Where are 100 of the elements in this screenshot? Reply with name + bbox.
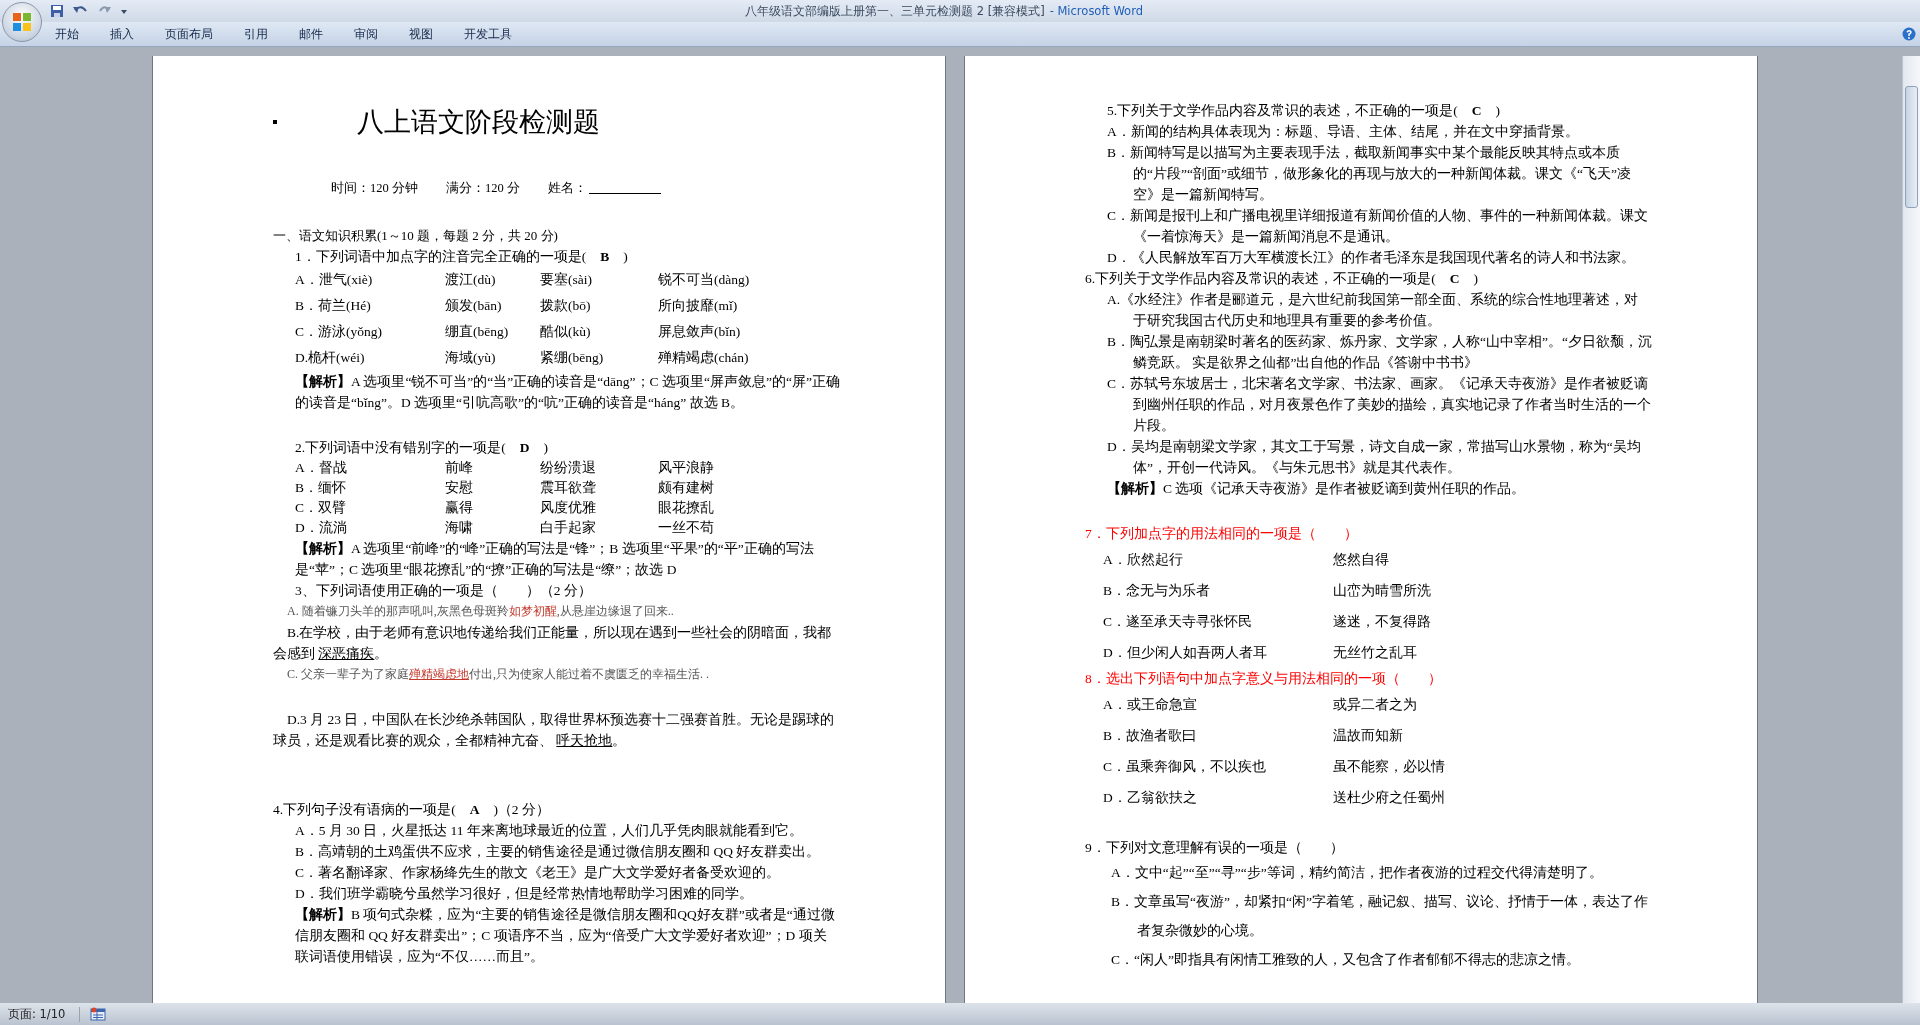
option-text: 白手起家 <box>540 519 597 537</box>
caret-icon[interactable] <box>120 7 128 15</box>
office-logo-icon <box>10 10 34 34</box>
help-icon[interactable] <box>1902 27 1916 41</box>
window-title: 八年级语文部编版上册第一、三单元检测题 2 [兼容模式] <box>745 3 1045 19</box>
option-text: C．游泳(yǒng) <box>295 323 383 341</box>
option-text: C．苏轼号东坡居士，北宋著名文学家、书法家、画家。《记承天寺夜游》是作者被贬谪到幽州任职的作品，对月夜景色作了美妙的描绘，真实地记录了作者当时生活的一个片段。 <box>1106 375 1652 435</box>
option-text: B.在学校，由于老师有意识地传递给我们正能量，所以现在遇到一些社会的阴暗面，我都会感到 深恶痛疾。 <box>273 624 833 663</box>
option-text: C．新闻是报刊上和广播电视里详细报道有新闻价值的人物、事件的一种新闻体裁。课文《一着惊海天》是一篇新闻消息不是通讯。 <box>1106 207 1649 246</box>
page-count-text: 页面: 1/10 <box>0 1006 81 1022</box>
exam-info-text: 时间：120 分钟 <box>331 180 418 197</box>
ribbon-tab[interactable]: 页面布局 <box>156 23 222 45</box>
option-text: 遂迷，不复得路 <box>1333 613 1432 631</box>
option-text: B．高靖朝的土鸡蛋供不应求，主要的销售途径是通过微信朋友圈和 QQ 好友群卖出。 <box>294 843 822 861</box>
option-text: B．文章虽写“夜游”，却紧扣“闲”字着笔，融记叙、描写、议论、抒情于一体，表达了作者复杂微妙的心境。 <box>1110 893 1649 940</box>
question-text: 8．选出下列语句中加点字意义与用法相同的一项（ ） <box>1085 670 1443 688</box>
option-text: A．文中“起”“至”“寻”“步”等词，精约简洁，把作者夜游的过程交代得清楚明了。 <box>1110 864 1604 882</box>
analysis-text: 【解析】A 选项里“前峰”的“峰”正确的写法是“锋”；B 选项里“平果”的“平”正确的写法是“苹”；C 选项里“眼花撩乱”的“撩”正确的写法是“缭”；故选 D <box>294 540 815 579</box>
option-text: D．但少闲人如吾两人者耳 <box>1103 644 1268 662</box>
option-text: 眼花撩乱 <box>658 499 715 517</box>
office-button[interactable] <box>2 2 42 42</box>
option-text: 酷似(kù) <box>540 323 592 341</box>
option-text: 送杜少府之任蜀州 <box>1333 789 1446 807</box>
option-text: 拨款(bō) <box>540 297 592 315</box>
option-text: A．新闻的结构具体表现为：标题、导语、主体、结尾，并在文中穿插背景。 <box>1106 123 1580 141</box>
option-text: C．遂至承天寺寻张怀民 <box>1103 613 1253 631</box>
question-text: 1．下列词语中加点字的注音完全正确的一项是( B ) <box>294 248 629 266</box>
option-text: C．虽乘奔御风，不以疾也 <box>1103 758 1267 776</box>
ribbon-tab[interactable]: 开发工具 <box>455 23 521 45</box>
option-text: 渡江(dù) <box>445 271 497 289</box>
option-text: 紧绷(bēng) <box>540 349 605 367</box>
option-text: 要塞(sài) <box>540 271 593 289</box>
question-text: 4.下列句子没有语病的一项是( A )（2 分） <box>273 801 551 819</box>
exam-info-text: 姓名： <box>547 180 587 197</box>
option-text: D．我们班学霸晓兮虽然学习很好，但是经常热情地帮助学习困难的同学。 <box>294 885 754 903</box>
bullet-mark <box>273 120 277 124</box>
option-text: 安慰 <box>445 479 474 497</box>
option-text: 颁发(bān) <box>445 297 503 315</box>
option-text: D．吴均是南朝梁文学家，其文工于写景，诗文自成一家，常描写山水景物，称为“吴均体”，开创一代诗风。《与朱元思书》就是其代表作。 <box>1106 438 1642 477</box>
option-text: A. 随着镰刀头羊的那声吼叫,灰黑色母斑羚如梦初醒,从悬崖边缘退了回来.. <box>286 603 675 620</box>
option-text: D．流淌 <box>295 519 348 537</box>
question-text: 5.下列关于文学作品内容及常识的表述，不正确的一项是( C ) <box>1106 102 1501 120</box>
option-text: 锐不可当(dàng) <box>658 271 751 289</box>
option-text: 海啸 <box>445 519 474 537</box>
save-icon[interactable] <box>50 4 64 18</box>
option-text: D.3 月 23 日，中国队在长沙绝杀韩国队，取得世界杯预选赛十二强赛首胜。无论是踢球的球员，还是观看比赛的观众，全都精神亢奋、 呼天抢地。 <box>273 711 836 750</box>
document-title: 八上语文阶段检测题 <box>357 106 600 139</box>
option-text: 虽不能察，必以情 <box>1333 758 1446 776</box>
option-text: A．督战 <box>295 459 348 477</box>
ribbon-tab[interactable]: 插入 <box>101 23 143 45</box>
option-text: 海域(yù) <box>445 349 497 367</box>
option-text: 温故而知新 <box>1333 727 1404 745</box>
option-text: B．陶弘景是南朝梁时著名的医药家、炼丹家、文学家，人称“山中宰相”。“夕日欲颓，沉鳞竞跃。 实是欲界之仙都”出自他的作品《答谢中书书》 <box>1106 333 1652 372</box>
option-text: A．泄气(xiè) <box>295 271 374 289</box>
option-text: B．故渔者歌曰 <box>1103 727 1197 745</box>
option-text: 赢得 <box>445 499 474 517</box>
option-text: B．念无与为乐者 <box>1103 582 1211 600</box>
option-text: 风度优雅 <box>540 499 597 517</box>
exam-info-text: 满分：120 分 <box>445 180 520 197</box>
question-text: 6.下列关于文学作品内容及常识的表述，不正确的一项是( C ) <box>1085 270 1479 288</box>
ribbon-tab[interactable]: 审阅 <box>345 23 387 45</box>
option-text: 纷纷溃退 <box>540 459 597 477</box>
ribbon-tab[interactable]: 引用 <box>235 23 277 45</box>
option-text: A．5 月 30 日，火星抵达 11 年来离地球最近的位置，人们几乎凭肉眼就能看到它。 <box>294 822 804 840</box>
ribbon-tab[interactable]: 视图 <box>400 23 442 45</box>
option-text: 所向披靡(mǐ) <box>658 297 739 315</box>
option-text: D.桅杆(wéi) <box>295 349 366 367</box>
option-text: B．缅怀 <box>295 479 347 497</box>
layout-icon[interactable] <box>90 1007 107 1021</box>
scrollbar-thumb[interactable] <box>1905 86 1918 208</box>
app-name: - Microsoft Word <box>1049 3 1143 19</box>
option-text: C．双臂 <box>295 499 347 517</box>
question-text: 9．下列对文意理解有误的一项是（ ） <box>1085 839 1345 857</box>
option-text: B．新闻特写是以描写为主要表现手法，截取新闻事实中某个最能反映其特点或本质的“片段”“剖面”或细节，做形象化的再现与放大的一种新闻体裁。课文《“飞天”凌空》是一篇新闻特写。 <box>1106 144 1632 204</box>
analysis-text: 【解析】C 选项《记承天寺夜游》是作者被贬谪到黄州任职的作品。 <box>1106 480 1527 498</box>
option-text: 绷直(bēng) <box>445 323 510 341</box>
option-text: C．“闲人”即指具有闲情工雅致的人，又包含了作者郁郁不得志的悲凉之情。 <box>1110 951 1581 969</box>
option-text: C．著名翻译家、作家杨绛先生的散文《老王》是广大文学爱好者备受欢迎的。 <box>294 864 781 882</box>
ribbon-tab[interactable]: 开始 <box>46 23 88 45</box>
option-text: 殚精竭虑(chán) <box>658 349 750 367</box>
option-text: 颇有建树 <box>658 479 715 497</box>
ribbon-tab[interactable]: 邮件 <box>290 23 332 45</box>
option-text: D．乙翁欲扶之 <box>1103 789 1198 807</box>
option-text: C. 父亲一辈子为了家庭殚精竭虑地付出,只为使家人能过着不虞匮乏的幸福生活. . <box>286 666 710 683</box>
question-text: 2.下列词语中没有错别字的一项是( D ) <box>294 439 549 457</box>
option-text: 或异二者之为 <box>1333 696 1418 714</box>
option-text: A.《水经注》作者是郦道元，是六世纪前我国第一部全面、系统的综合性地理著述，对于研究我国古代历史和地理具有重要的参考价值。 <box>1106 291 1640 330</box>
option-text: 悠然自得 <box>1333 551 1390 569</box>
option-text: 一丝不苟 <box>658 519 715 537</box>
option-text: 屏息敛声(bǐn) <box>658 323 742 341</box>
scrollbar[interactable] <box>1902 56 1920 1003</box>
option-text: 前峰 <box>445 459 474 477</box>
option-text: 风平浪静 <box>658 459 715 477</box>
option-text: A．欣然起行 <box>1103 551 1184 569</box>
option-text: D．《人民解放军百万大军横渡长江》的作者毛泽东是我国现代著名的诗人和书法家。 <box>1106 249 1636 267</box>
question-text: 7．下列加点字的用法相同的一项是（ ） <box>1085 525 1359 543</box>
option-text: 无丝竹之乱耳 <box>1333 644 1418 662</box>
option-text: B．荷兰(Hé) <box>295 297 372 315</box>
option-text: 山峦为晴雪所洗 <box>1333 582 1432 600</box>
analysis-text: 【解析】B 项句式杂糅，应为“主要的销售途径是微信朋友圈和QQ好友群”或者是“通过微信朋友圈和 QQ 好友群卖出”；C 项语序不当，应为“倍受广大文学爱好者欢迎”；D 项关联词语使用错误，应为“不仅……而且”。 <box>294 906 836 966</box>
